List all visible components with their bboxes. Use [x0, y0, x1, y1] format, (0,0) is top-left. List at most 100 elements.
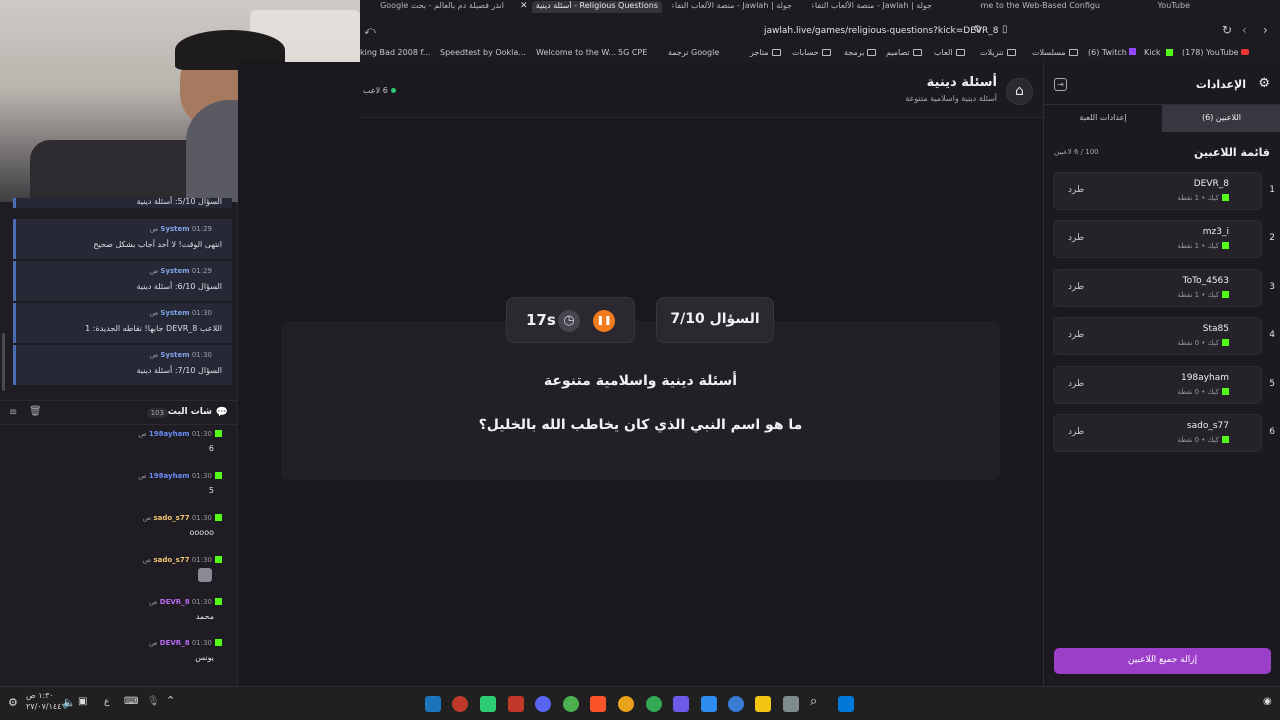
emote-image	[198, 568, 212, 582]
back-icon[interactable]: ›	[1263, 23, 1268, 37]
bookmark-welcome[interactable]: Welcome to the W...	[536, 48, 616, 57]
notification-icon[interactable]: ◉	[1263, 696, 1272, 707]
bookmark-youtube[interactable]: (178) YouTube	[1182, 48, 1250, 57]
bookmark-folder[interactable]: تنزيلات	[980, 48, 1016, 57]
stream-chat-header: 💬 شات البث 103 ≡ 🗑	[0, 400, 238, 425]
system-message: System 01:30 ص السؤال 7/10: أسئلة دينية	[13, 345, 232, 385]
taskbar: ⚙ ١:٣٠ ص ٢٧/٠٧/١٤٤٦ 🔈 ▣ ع ⌨ 🎙 ⌃ ⌕ ◉	[0, 686, 1280, 720]
edge-icon[interactable]	[728, 696, 744, 712]
forward-icon[interactable]: ‹	[1242, 23, 1247, 37]
keyboard-icon[interactable]: ⌨	[124, 696, 138, 707]
remove-all-players-button[interactable]: إزالة جميع اللاعبين	[1054, 648, 1271, 674]
bookmark-label: Speedtest by Ookla...	[440, 48, 526, 57]
tab-game-settings[interactable]: إعدادات اللعبة	[1044, 105, 1162, 132]
kick-player-button[interactable]: طرد	[1068, 282, 1084, 292]
browser-tab[interactable]: جولة | Jawlah - منصة الألعاب التفاعلية	[672, 1, 792, 13]
start-icon[interactable]	[838, 696, 854, 712]
chrome-icon[interactable]	[618, 696, 634, 712]
steam-icon[interactable]	[425, 696, 441, 712]
stream-chat-title: شات البث	[167, 407, 212, 417]
chat-message-header: DEVR_8 01:30 ص	[149, 598, 222, 606]
player-rank: 3	[1269, 282, 1275, 292]
browser-tab-strip: YouTube Welcome to the Web-Based Configu…	[360, 0, 1280, 14]
bookmark-breaking-bad[interactable]: king Bad 2008 f...	[360, 48, 430, 57]
speaker-icon[interactable]: 🔈	[62, 696, 76, 709]
bookmark-label: ترجمة Google	[668, 48, 720, 57]
bookmark-folder[interactable]: تصاميم	[886, 48, 922, 57]
bookmark-5g-cpe[interactable]: 5G CPE	[618, 48, 647, 57]
chat-message-header: sado_s77 01:30 ص	[143, 556, 222, 564]
reload-icon[interactable]: ↻	[1222, 23, 1232, 37]
bookmark-label: برمجة	[844, 48, 865, 57]
browser-tab[interactable]: انذر فصيلة دم بالعالم - بحث Google	[374, 1, 504, 13]
system-message: System 01:30 ص اللاعب DEVR_8 جابها! نقاط…	[13, 303, 232, 343]
language-indicator[interactable]: ع	[104, 697, 109, 707]
home-icon[interactable]: ⌂	[1006, 78, 1033, 105]
browser-tab[interactable]: YouTube	[1130, 1, 1190, 13]
obs-icon[interactable]	[452, 696, 468, 712]
players-online: 6 لاعب	[363, 86, 396, 95]
kick-player-button[interactable]: طرد	[1068, 233, 1084, 243]
kick-player-button[interactable]: طرد	[1068, 185, 1084, 195]
url-text[interactable]: jawlah.live/games/religious-questions?ki…	[764, 26, 999, 36]
bookmark-icon[interactable]: ▯	[1002, 24, 1008, 35]
bookmark-folder[interactable]: مسلسلات	[1032, 48, 1078, 57]
bookmark-label: (178) YouTube	[1182, 48, 1239, 57]
chat-message-header: DEVR_8 01:30 ص	[149, 639, 222, 647]
chat-message-text: محمد	[195, 612, 214, 621]
chat-app-icon[interactable]	[563, 696, 579, 712]
bookmark-google-translate[interactable]: ترجمة Google	[668, 48, 719, 57]
play-app-icon[interactable]	[480, 696, 496, 712]
player-name: sado_s77	[1186, 421, 1229, 431]
brave-icon[interactable]	[590, 696, 606, 712]
system-message: السؤال 5/10: أسئلة دينية	[13, 197, 232, 208]
kick-player-button[interactable]: طرد	[1068, 330, 1084, 340]
app-icon[interactable]	[673, 696, 689, 712]
game-title: أسئلة دينية	[926, 75, 997, 90]
question-card: أسئلة دينية واسلامية متنوعة ما هو اسم ال…	[281, 321, 1000, 480]
chevron-up-icon[interactable]: ⌃	[166, 694, 175, 707]
trash-icon[interactable]: 🗑	[29, 406, 42, 417]
kick-player-button[interactable]: طرد	[1068, 379, 1084, 389]
player-meta: كيك • 0 نقطة	[1177, 388, 1229, 396]
system-message-text: السؤال 5/10: أسئلة دينية	[136, 197, 222, 206]
bookmark-folder[interactable]: حسابات	[792, 48, 831, 57]
bookmarks-bar: (178) YouTube Kick (6) Twitch مسلسلات تن…	[360, 45, 1280, 62]
bookmark-folder[interactable]: متاجر	[750, 48, 781, 57]
browser-tab[interactable]: جولة | Jawlah - منصة الألعاب التفاعلية	[812, 1, 932, 13]
browser-tab-active[interactable]: Religious Questions - أسئلة دينية	[532, 1, 662, 13]
bookmark-folder[interactable]: العاب	[934, 48, 965, 57]
share-icon[interactable]: ⤺	[364, 24, 376, 38]
question-counter-text: السؤال 7/10	[670, 311, 760, 327]
browser-icon[interactable]	[646, 696, 662, 712]
media-app-icon[interactable]	[508, 696, 524, 712]
player-meta: كيك • 1 نقطة	[1177, 242, 1229, 250]
kick-icon	[1222, 242, 1229, 249]
bookmark-twitch[interactable]: (6) Twitch	[1088, 48, 1137, 57]
remove-all-label: إزالة جميع اللاعبين	[1127, 655, 1198, 665]
player-name: mz3_i	[1202, 227, 1229, 237]
app-icon[interactable]	[701, 696, 717, 712]
pause-button[interactable]: ❚❚	[593, 310, 615, 332]
network-icon[interactable]: ▣	[78, 696, 87, 707]
search-icon[interactable]: ⌕	[810, 694, 817, 709]
collapse-panel-icon[interactable]: ⇥	[1054, 78, 1067, 91]
browser-tab[interactable]: Welcome to the Web-Based Configu...	[980, 1, 1100, 13]
bookmark-label: Kick	[1144, 48, 1161, 57]
settings-gear-icon[interactable]: ⚙	[8, 696, 18, 709]
kick-player-button[interactable]: طرد	[1068, 427, 1084, 437]
task-view-icon[interactable]	[783, 696, 799, 712]
file-explorer-icon[interactable]	[755, 696, 771, 712]
clock[interactable]: ١:٣٠ ص ٢٧/٠٧/١٤٤٦	[26, 690, 66, 712]
bookmark-kick[interactable]: Kick	[1144, 48, 1174, 57]
bookmark-folder[interactable]: برمجة	[844, 48, 877, 57]
menu-icon[interactable]: ≡	[9, 407, 17, 418]
tab-players[interactable]: اللاعبين (6)	[1162, 105, 1280, 132]
scrollbar[interactable]	[2, 333, 5, 391]
bookmark-speedtest[interactable]: Speedtest by Ookla...	[440, 48, 526, 57]
discord-icon[interactable]	[535, 696, 551, 712]
close-tab-icon[interactable]: ✕	[520, 1, 528, 11]
microphone-icon[interactable]: 🎙	[147, 696, 160, 707]
kick-icon	[215, 472, 222, 479]
player-rank: 2	[1269, 233, 1275, 243]
